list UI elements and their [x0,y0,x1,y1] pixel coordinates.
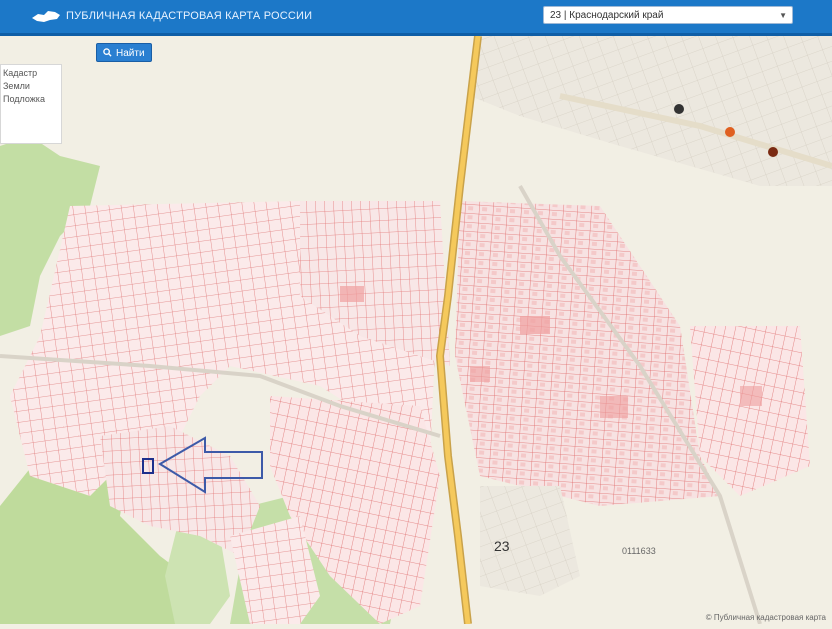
search-icon [103,48,112,57]
region-select-value: 23 | Краснодарский край [550,10,664,21]
cadastral-quarter-label: 0111633 [622,546,656,556]
find-button-label: Найти [116,48,145,59]
find-button[interactable]: Найти [96,43,152,62]
poi-icon[interactable] [768,147,778,157]
chevron-down-icon: ▼ [779,11,787,20]
copyright-text: © Публичная кадастровая карта [705,613,826,622]
russia-map-logo-icon [32,11,60,22]
parcel-highlight [600,396,628,418]
page-title: ПУБЛИЧНАЯ КАДАСТРОВАЯ КАРТА РОССИИ [66,10,313,22]
parcel-highlight [740,386,762,406]
parcel-highlight [340,286,364,302]
layer-item[interactable]: Кадастр [1,65,61,78]
parcel-highlight [520,316,550,334]
layers-panel: Кадастр Земли Подложка [0,64,62,144]
map-canvas[interactable]: 23 0111633 © Публичная кадастровая карта [0,35,832,625]
poi-icon[interactable] [725,127,735,137]
layer-item[interactable]: Земли [1,78,61,91]
layer-item[interactable]: Подложка [1,91,61,104]
header-bar: ПУБЛИЧНАЯ КАДАСТРОВАЯ КАРТА РОССИИ 23 | … [0,0,832,36]
road-number-label: 23 [494,538,510,554]
poi-icon[interactable] [674,104,684,114]
region-select[interactable]: 23 | Краснодарский край ▼ [543,6,793,24]
parcel-highlight [470,366,490,382]
